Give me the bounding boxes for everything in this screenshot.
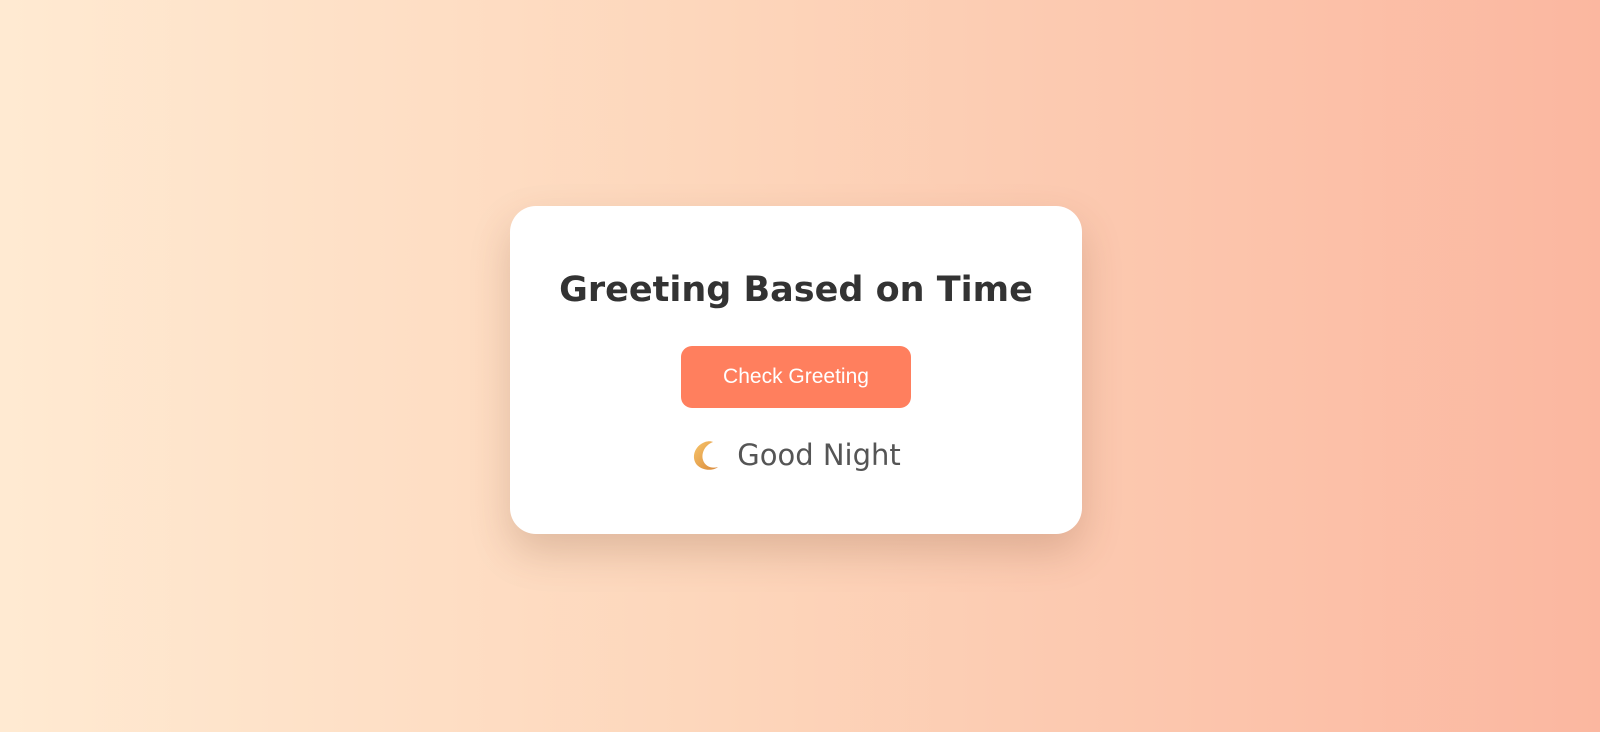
check-greeting-button[interactable]: Check Greeting	[681, 346, 911, 408]
greeting-text: Good Night	[737, 438, 901, 472]
greeting-card: Greeting Based on Time Check Greeting Go…	[510, 206, 1082, 534]
page-title: Greeting Based on Time	[559, 270, 1033, 310]
crescent-moon-icon	[691, 439, 723, 471]
greeting-result: Good Night	[510, 438, 1082, 472]
